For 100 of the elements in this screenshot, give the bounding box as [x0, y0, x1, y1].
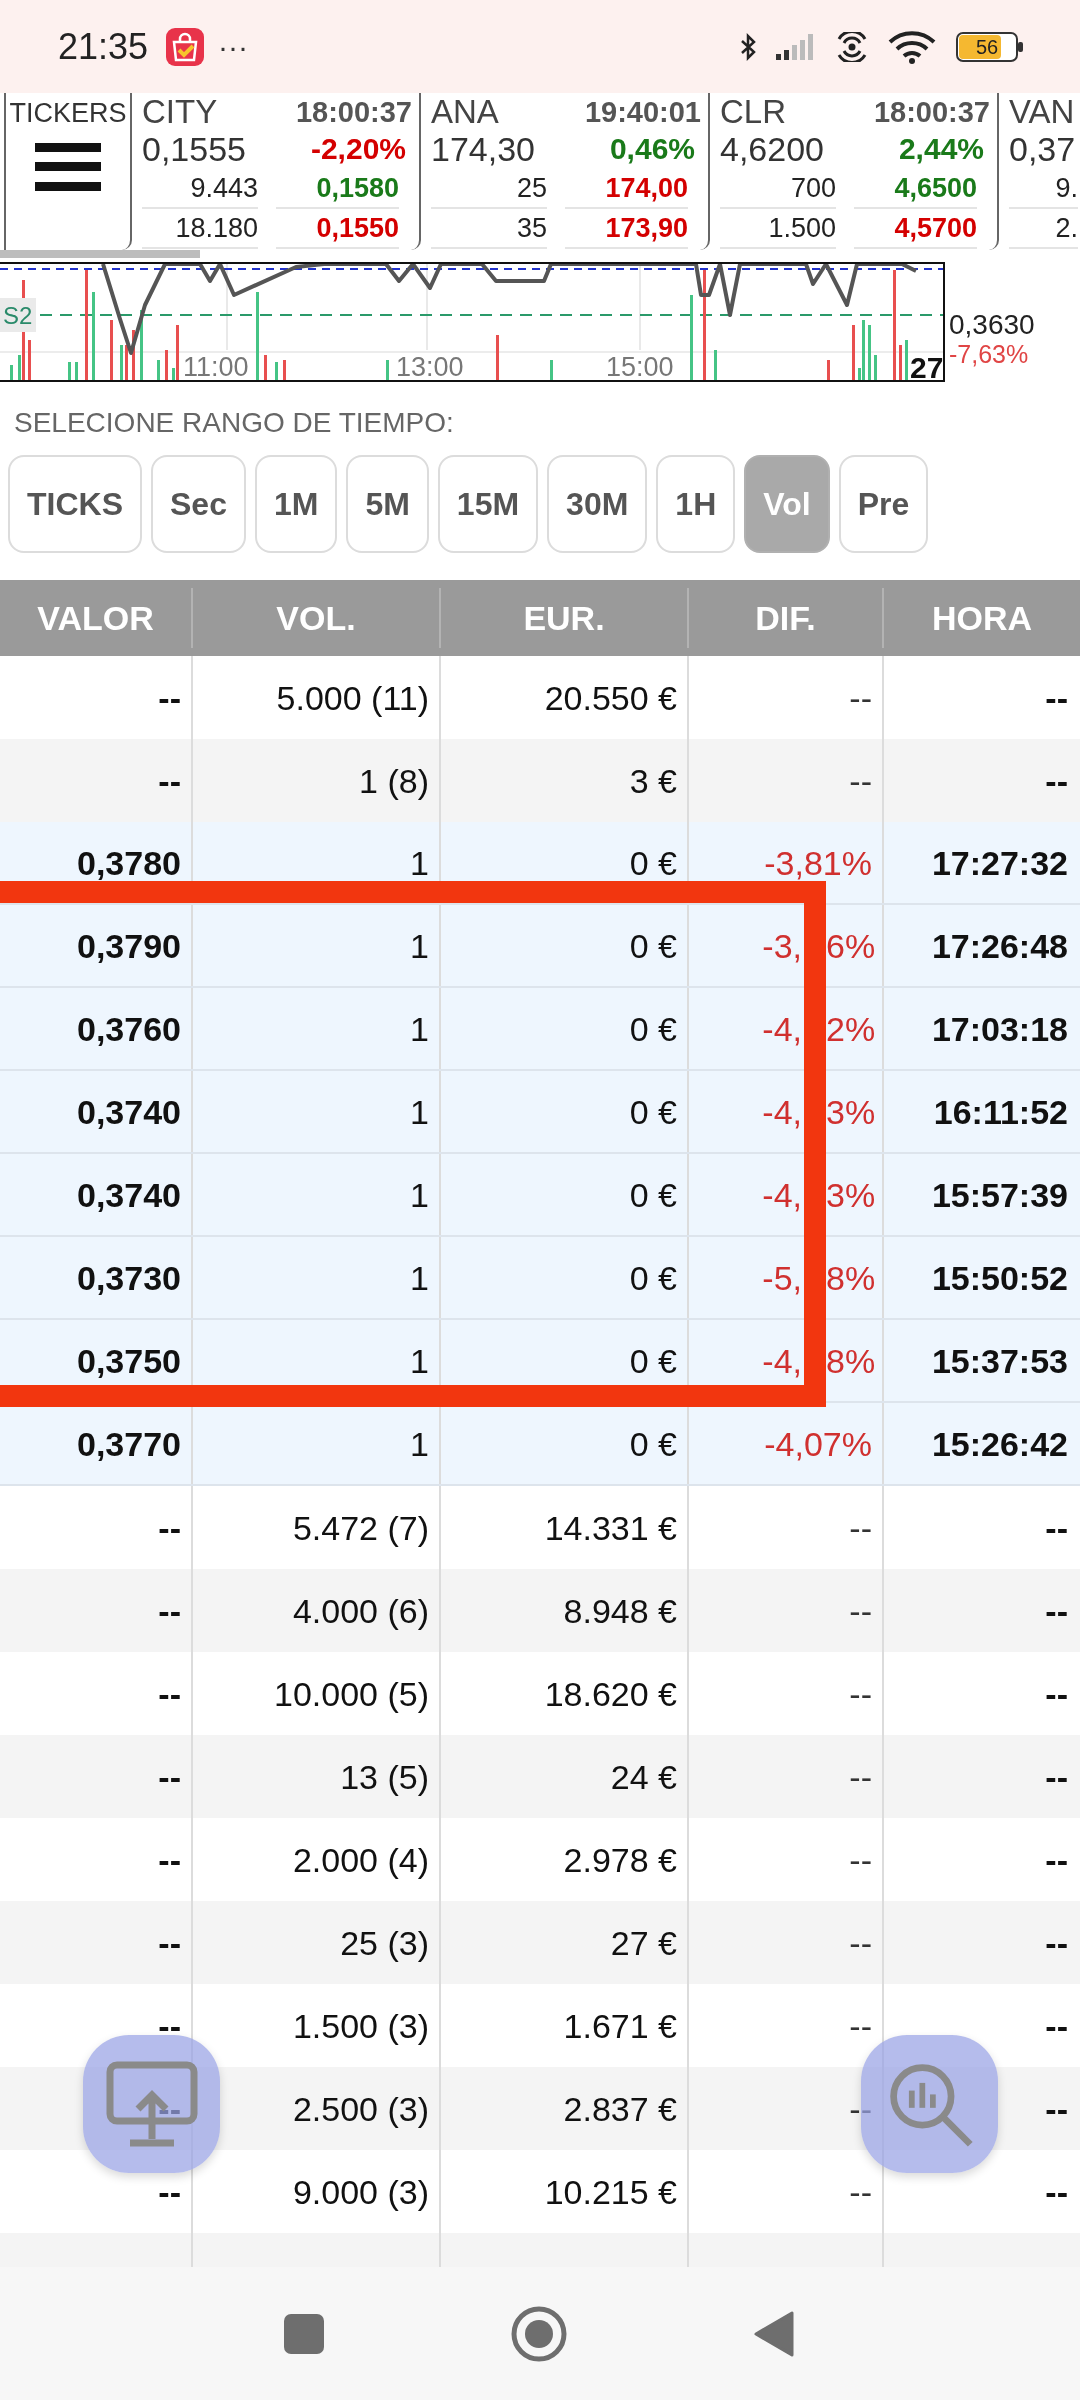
amount-cell: 0 € [629, 1177, 677, 1212]
time-range-button[interactable]: 1M [254, 455, 338, 553]
time-cell: -- [1045, 1842, 1068, 1877]
ticker-card[interactable]: VAN 0,37 9. 2. [999, 93, 1080, 250]
volume-cell: 1 [410, 1426, 429, 1461]
time-range-button[interactable]: 15M [437, 455, 539, 553]
change-cell: 3% [826, 1177, 876, 1212]
change-cell: -3, [762, 928, 802, 963]
volume-bar [110, 320, 113, 380]
change-cell: -4,07% [764, 1426, 872, 1461]
shopping-bag-icon [166, 27, 205, 66]
amount-cell: 8.948 € [563, 1593, 677, 1628]
volume-bar [386, 360, 389, 380]
home-icon[interactable] [511, 2305, 567, 2362]
time-range-button[interactable]: 5M [346, 455, 429, 553]
amount-cell: 0 € [629, 1260, 677, 1295]
clock: 21:35 [58, 25, 149, 68]
hotspot-icon [836, 31, 868, 62]
volume-cell: 1 (8) [359, 763, 429, 798]
time-range-button[interactable]: Sec [151, 455, 246, 553]
time-cell: -- [1045, 680, 1068, 715]
amount-cell: 0 € [629, 928, 677, 963]
volume-cell: 5.000 (11) [276, 680, 429, 715]
quote-size: 2. [1055, 212, 1078, 244]
upload-button[interactable] [83, 2035, 220, 2173]
volume-bar [132, 330, 135, 380]
range-label: SELECIONE RANGO DE TIEMPO: [13, 406, 455, 438]
ticker-card[interactable]: CLR 18:00:37 4,6200 2,44% 700 4,6500 1.500 4,5700 [710, 93, 999, 250]
volume-cell: 1.500 (3) [292, 2008, 429, 2043]
quote-size: 700 [790, 172, 836, 204]
time-axis-label: 13:00 [396, 352, 464, 380]
change-cell: -- [849, 1510, 872, 1545]
time-cell: -- [1045, 1593, 1068, 1628]
ticker-change: -2,20% [310, 132, 406, 166]
column-header: VOL. [276, 598, 356, 638]
time-cell: -- [1045, 1759, 1068, 1794]
quote-price: 4,6500 [894, 172, 977, 204]
volume-cell: 9.000 (3) [292, 2174, 429, 2209]
amount-cell: 0 € [629, 1094, 677, 1129]
time-cell: -- [1045, 2091, 1068, 2126]
quote-price: 0,1580 [316, 172, 399, 204]
time-cell: 15:50:52 [931, 1260, 1068, 1295]
ticker-symbol: CITY [142, 93, 218, 131]
time-axis-label: 15:00 [606, 352, 674, 380]
last-price-label: 0,3630 [949, 310, 1035, 340]
time-cell: 15:57:39 [931, 1177, 1068, 1212]
volume-cell: 1 [410, 1177, 429, 1212]
column-header: DIF. [755, 598, 816, 638]
volume-bar [714, 350, 717, 380]
price-cell: -- [158, 1842, 181, 1877]
quote-size: 1.500 [768, 212, 836, 244]
change-cell: -- [849, 763, 872, 798]
volume-cell: 5.472 (7) [292, 1510, 429, 1545]
change-cell: -- [849, 2174, 872, 2209]
change-cell: -4, [762, 1343, 802, 1378]
volume-bar [283, 360, 286, 380]
amount-cell: 20.550 € [544, 680, 677, 715]
price-cell: 0,3780 [77, 845, 181, 880]
change-cell: -- [849, 1593, 872, 1628]
menu-icon[interactable] [35, 143, 101, 191]
volume-bar [10, 365, 13, 380]
price-cell: 0,3740 [77, 1177, 181, 1212]
time-cell: -- [1045, 1510, 1068, 1545]
time-range-button[interactable]: 30M [547, 455, 648, 553]
change-label: -7,63% [949, 340, 1030, 368]
volume-cell: 1 [410, 1260, 429, 1295]
ticker-card[interactable]: CITY 18:00:37 0,1555 -2,20% 9.443 0,1580 18.180 0,1550 [132, 93, 421, 250]
column-header: HORA [931, 598, 1033, 638]
amount-cell: 0 € [629, 1343, 677, 1378]
change-cell: -- [849, 1925, 872, 1960]
quote-price: 174,00 [605, 172, 688, 204]
back-icon[interactable] [754, 2310, 794, 2357]
amount-cell: 14.331 € [544, 1510, 677, 1545]
change-cell: -- [849, 1759, 872, 1794]
time-range-button[interactable]: 1H [656, 455, 736, 553]
ticker-time: 18:00:37 [873, 95, 990, 129]
volume-cell: 25 (3) [340, 1925, 429, 1960]
volume-cell: 10.000 (5) [274, 1676, 429, 1711]
volume-bar [75, 362, 78, 380]
change-cell: -- [849, 680, 872, 715]
tickers-label: TICKERS [9, 97, 127, 129]
time-cell: 15:37:53 [931, 1343, 1068, 1378]
volume-cell: 1 [410, 928, 429, 963]
volume-bar [496, 335, 499, 380]
square-icon[interactable] [284, 2313, 324, 2354]
amount-cell: 0 € [629, 1011, 677, 1046]
price-cell: -- [158, 2174, 181, 2209]
bluetooth-icon [740, 32, 756, 61]
quote-price: 173,90 [605, 212, 688, 244]
quote-size: 25 [516, 172, 547, 204]
volume-bar [852, 325, 855, 380]
time-range-button[interactable]: Pre [838, 455, 929, 553]
volume-bar [868, 325, 871, 380]
ticker-card[interactable]: ANA 19:40:01 174,30 0,46% 25 174,00 35 173,90 [421, 93, 710, 250]
amount-cell: 0 € [629, 845, 677, 880]
wifi-icon [888, 29, 936, 64]
price-cell: -- [158, 1593, 181, 1628]
time-range-button[interactable]: TICKS [8, 455, 142, 553]
volume-bar [157, 360, 160, 380]
price-cell: -- [158, 1510, 181, 1545]
